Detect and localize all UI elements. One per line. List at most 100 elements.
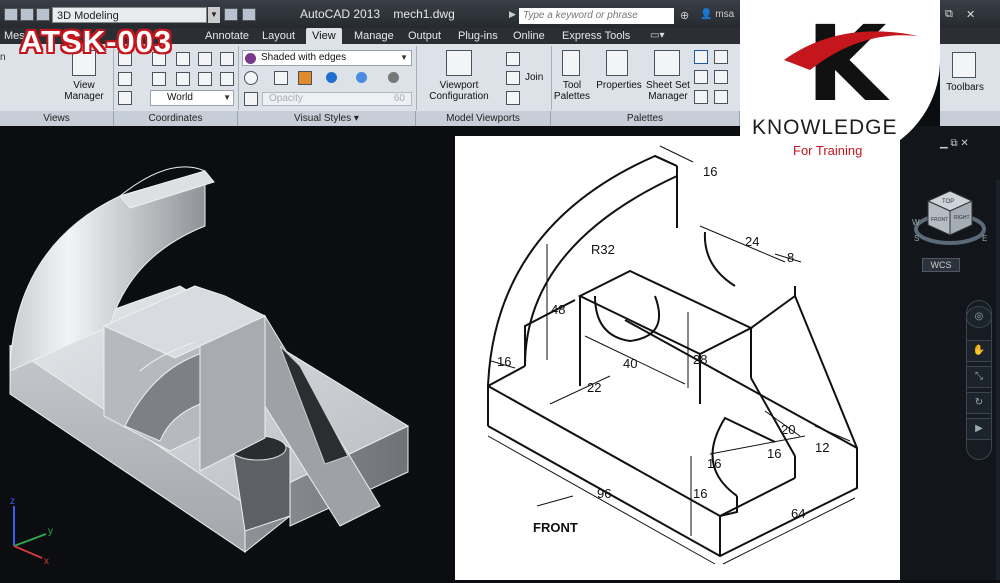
- coordinates-panel-label[interactable]: Coordinates: [114, 111, 238, 126]
- user-label: msa: [715, 9, 735, 20]
- tab-manage[interactable]: Manage: [354, 30, 394, 42]
- dim-28: 28: [693, 352, 707, 367]
- ucs-world-label: World: [167, 92, 193, 103]
- viewport-configuration-button[interactable]: Viewport Configuration: [420, 80, 498, 102]
- shaded-3d-model: z x y: [8, 166, 410, 567]
- palettes-panel-label[interactable]: Palettes: [551, 111, 740, 126]
- viewport-controls[interactable]: ▁ ⧉ ✕: [940, 138, 969, 149]
- logo-title: KNOWLEDGE: [752, 116, 898, 139]
- visual-styles-panel-text: Visual Styles: [294, 113, 352, 124]
- compass-s: S: [914, 234, 919, 243]
- file-name: mech1.dwg: [393, 7, 455, 21]
- dim-16-base: 16: [693, 486, 707, 501]
- color-icon[interactable]: [298, 71, 312, 85]
- palette-icon-6[interactable]: [714, 90, 728, 104]
- viewport-scrollbar[interactable]: [996, 180, 1000, 580]
- ucs-dropdown[interactable]: World ▼: [150, 90, 234, 106]
- tab-layout[interactable]: Layout: [262, 30, 295, 42]
- ucs-world-icon[interactable]: [118, 91, 132, 105]
- ucs-y-icon[interactable]: [220, 72, 234, 86]
- face-style-icon[interactable]: [274, 71, 288, 85]
- tab-view[interactable]: View: [306, 28, 342, 44]
- restore-icon[interactable]: ⧉: [945, 8, 953, 21]
- isometric-dimension-drawing: 16 24 8 R32 48 40 28 16 22 20 16 16 12 1…: [487, 145, 858, 565]
- properties-button[interactable]: Properties: [594, 80, 644, 91]
- print-icon[interactable]: [242, 8, 256, 21]
- user-name[interactable]: 👤 msa: [700, 9, 734, 20]
- opacity-icon[interactable]: [244, 92, 258, 106]
- model-viewports-panel-label[interactable]: Model Viewports: [416, 111, 551, 126]
- ucs-object-icon[interactable]: [152, 72, 166, 86]
- steering-wheel-icon[interactable]: ◎: [966, 306, 992, 328]
- sheet-set-manager-icon[interactable]: [654, 50, 680, 76]
- shadows-icon[interactable]: [326, 72, 337, 83]
- undo-icon[interactable]: [20, 8, 34, 21]
- material-icon[interactable]: [388, 72, 399, 83]
- visual-styles-panel-label[interactable]: Visual Styles ▾: [238, 111, 416, 126]
- chevron-down-icon[interactable]: ▼: [208, 7, 220, 23]
- workspace-dropdown[interactable]: 3D Modeling: [52, 7, 207, 23]
- visual-style-dropdown[interactable]: Shaded with edges ▼: [242, 50, 412, 66]
- join-icon[interactable]: [506, 71, 520, 85]
- close-icon[interactable]: ✕: [966, 8, 975, 21]
- palette-icon-2[interactable]: [714, 50, 728, 64]
- tab-online[interactable]: Online: [513, 30, 545, 42]
- edge-effects-icon[interactable]: [244, 71, 258, 85]
- toolbars-button[interactable]: Toolbars: [940, 82, 990, 93]
- visual-style-icon: [245, 53, 256, 64]
- viewcube[interactable]: TOP FRONT RIGHT W S E: [910, 185, 990, 265]
- compass-w: W: [912, 218, 920, 227]
- palette-icon-4[interactable]: [714, 70, 728, 84]
- dim-16-left: 16: [497, 354, 511, 369]
- viewport-configuration-icon[interactable]: [446, 50, 472, 76]
- named-viewports-icon[interactable]: [506, 52, 520, 66]
- binoculars-icon[interactable]: ⊕: [680, 9, 689, 22]
- svg-text:z: z: [10, 496, 15, 507]
- orbit-icon[interactable]: ↻: [966, 392, 992, 414]
- join-button[interactable]: Join: [525, 72, 543, 83]
- ucs-face-icon[interactable]: [118, 72, 132, 86]
- ucs-z-icon[interactable]: [176, 52, 190, 66]
- search-input[interactable]: Type a keyword or phrase: [519, 8, 674, 24]
- dim-16-top: 16: [703, 164, 717, 179]
- tab-annotate[interactable]: Annotate: [205, 30, 249, 42]
- pan-icon[interactable]: ✋: [966, 340, 992, 362]
- model-viewport[interactable]: z x y: [0, 126, 455, 580]
- tool-palettes-button[interactable]: Tool Palettes: [550, 80, 594, 102]
- dim-48: 48: [551, 302, 565, 317]
- new-icon[interactable]: [4, 8, 18, 21]
- zoom-icon[interactable]: ⤡: [966, 366, 992, 388]
- viewcube-right-label: RIGHT: [954, 215, 970, 221]
- wcs-menu[interactable]: WCS: [922, 258, 960, 272]
- course-code-badge: ATSK-003: [20, 24, 173, 59]
- save-icon[interactable]: [224, 8, 238, 21]
- ucs-3point-icon[interactable]: [198, 52, 212, 66]
- user-icon: 👤: [700, 9, 713, 20]
- palette-icon-5[interactable]: [694, 90, 708, 104]
- ucs-x-icon[interactable]: [198, 72, 212, 86]
- toolbars-icon[interactable]: [952, 52, 976, 78]
- sheet-set-manager-button[interactable]: Sheet Set Manager: [644, 80, 692, 102]
- redo-icon[interactable]: [36, 8, 50, 21]
- properties-icon[interactable]: [606, 50, 628, 76]
- ucs-named-icon[interactable]: [220, 52, 234, 66]
- dim-40: 40: [623, 356, 637, 371]
- views-fragment-icon: n: [0, 52, 6, 63]
- showmotion-icon[interactable]: ▶: [966, 418, 992, 440]
- palette-icon-3[interactable]: [694, 70, 708, 84]
- tool-palettes-icon[interactable]: [562, 50, 580, 76]
- view-manager-button[interactable]: View Manager: [58, 80, 110, 102]
- tab-plugins[interactable]: Plug-ins: [458, 30, 498, 42]
- ribbon-toggle-icon[interactable]: ▭▾: [650, 30, 664, 41]
- tab-output[interactable]: Output: [408, 30, 441, 42]
- palette-icon-1[interactable]: [694, 50, 708, 64]
- views-panel-label[interactable]: Views: [0, 111, 114, 126]
- divider: [238, 46, 239, 110]
- dim-12: 12: [815, 440, 829, 455]
- dim-16-slot-2: 16: [767, 446, 781, 461]
- lighting-icon[interactable]: [356, 72, 367, 83]
- restore-viewport-icon[interactable]: [506, 91, 520, 105]
- opacity-slider[interactable]: Opacity 60: [262, 92, 412, 106]
- ucs-view-icon[interactable]: [176, 72, 190, 86]
- tab-express-tools[interactable]: Express Tools: [562, 30, 630, 42]
